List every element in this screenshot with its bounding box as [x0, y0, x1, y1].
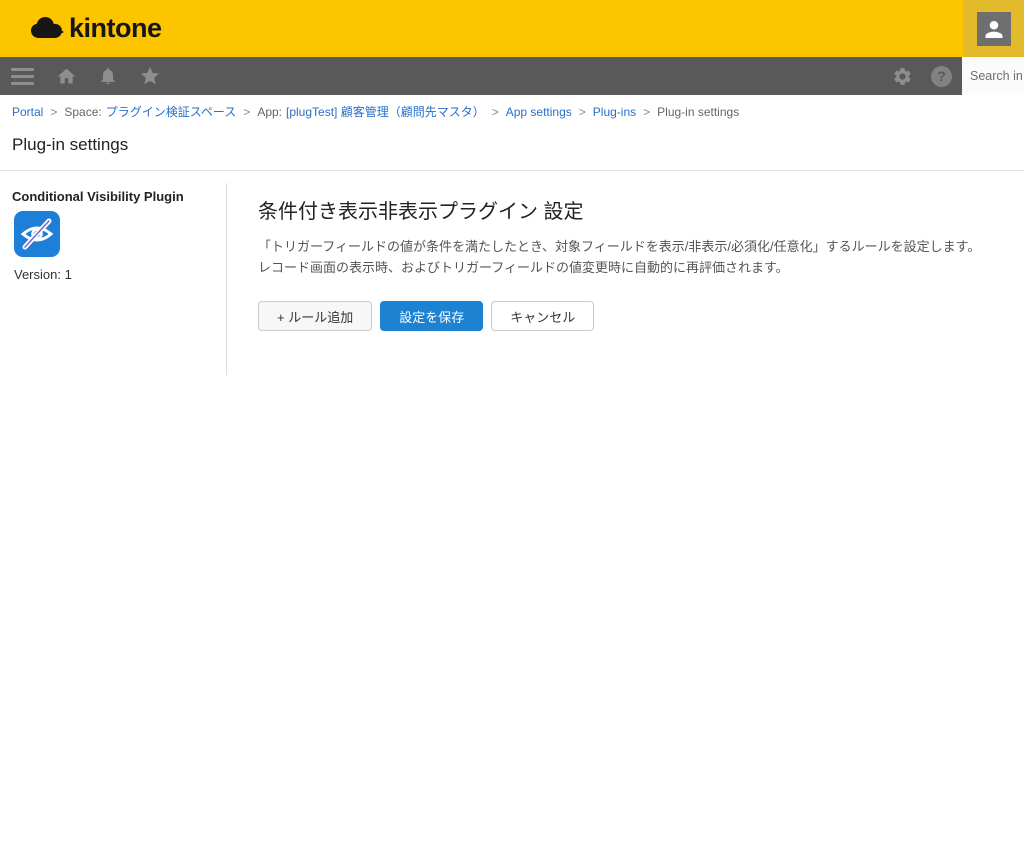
- gear-icon[interactable]: [891, 65, 913, 87]
- cancel-button[interactable]: キャンセル: [491, 301, 595, 331]
- eye-off-icon: [14, 211, 60, 257]
- breadcrumb-separator: >: [491, 104, 499, 119]
- breadcrumb-link-plugins[interactable]: Plug-ins: [593, 105, 636, 119]
- breadcrumb-prefix-space: Space:: [64, 104, 102, 119]
- plugin-settings-panel: 条件付き表示非表示プラグイン 設定 「トリガーフィールドの値が条件を満たしたとき…: [258, 182, 998, 331]
- sidebar-divider: [226, 183, 227, 375]
- star-icon[interactable]: [139, 65, 161, 87]
- breadcrumb-current: Plug-in settings: [657, 104, 740, 119]
- breadcrumb-separator: >: [50, 104, 58, 119]
- search-input[interactable]: [962, 57, 1024, 95]
- settings-description: 「トリガーフィールドの値が条件を満たしたとき、対象フィールドを表示/非表示/必須…: [258, 236, 998, 278]
- title-divider: [0, 170, 1024, 171]
- brand-wordmark: kintone: [69, 13, 162, 43]
- page-title: Plug-in settings: [12, 135, 129, 154]
- help-icon[interactable]: ?: [931, 65, 952, 87]
- save-settings-button[interactable]: 設定を保存: [380, 301, 484, 331]
- brand-bar: kintone: [0, 0, 1024, 57]
- add-rule-button[interactable]: + ルール追加: [258, 301, 373, 331]
- breadcrumb-link-space[interactable]: プラグイン検証スペース: [106, 103, 237, 120]
- home-icon[interactable]: [55, 65, 77, 87]
- breadcrumb-prefix-app: App:: [257, 104, 282, 119]
- help-glyph: ?: [937, 68, 946, 84]
- breadcrumb-link-app[interactable]: [plugTest] 顧客管理（顧問先マスタ）: [286, 103, 485, 120]
- description-line-1: 「トリガーフィールドの値が条件を満たしたとき、対象フィールドを表示/非表示/必須…: [258, 239, 981, 254]
- breadcrumb-separator: >: [643, 104, 651, 119]
- action-buttons: + ルール追加 設定を保存 キャンセル: [258, 301, 998, 331]
- user-menu-button[interactable]: [963, 0, 1024, 57]
- breadcrumb-link-portal[interactable]: Portal: [12, 105, 43, 119]
- kintone-logo[interactable]: kintone: [30, 0, 162, 57]
- description-line-2: レコード画面の表示時、およびトリガーフィールドの値変更時に自動的に再評価されます…: [258, 260, 789, 275]
- breadcrumb: Portal > Space: プラグイン検証スペース > App: [plug…: [0, 95, 1024, 128]
- plugin-name: Conditional Visibility Plugin: [12, 189, 184, 204]
- user-avatar-icon: [976, 11, 1011, 46]
- breadcrumb-link-app-settings[interactable]: App settings: [506, 105, 572, 119]
- breadcrumb-separator: >: [243, 104, 251, 119]
- breadcrumb-separator: >: [578, 104, 586, 119]
- kintone-cloud-icon: [30, 16, 64, 42]
- settings-heading: 条件付き表示非表示プラグイン 設定: [258, 201, 584, 223]
- global-toolbar: ?: [0, 57, 1024, 95]
- plugin-version: Version: 1: [14, 267, 72, 282]
- hamburger-menu-icon[interactable]: [11, 65, 35, 87]
- bell-icon[interactable]: [97, 65, 119, 87]
